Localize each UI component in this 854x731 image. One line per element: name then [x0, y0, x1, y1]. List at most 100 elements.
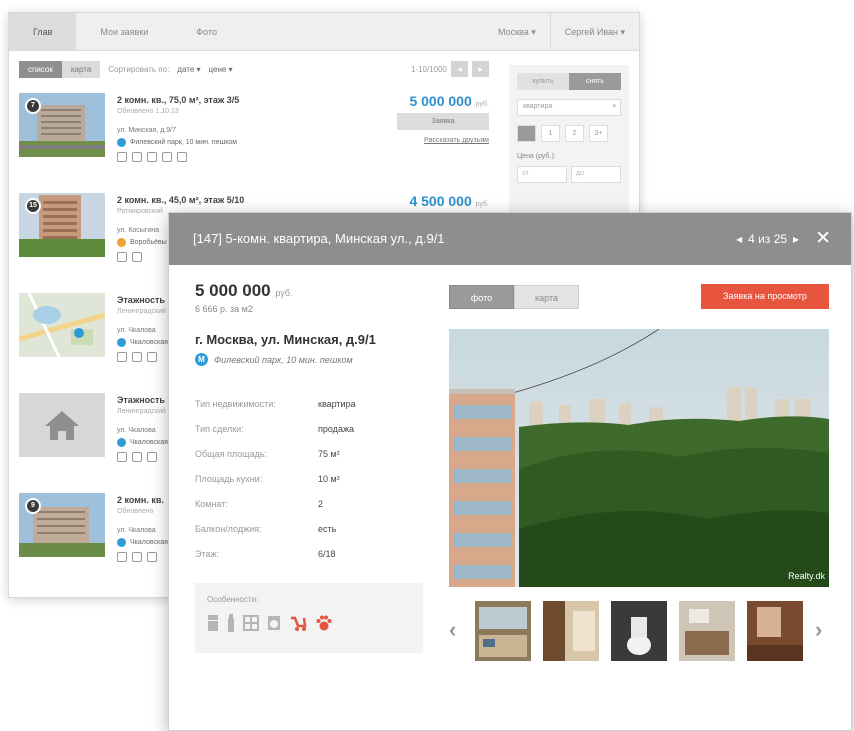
listing-photo[interactable]: 9	[19, 493, 105, 557]
price-label: Цена (руб.):	[517, 153, 556, 160]
listing-photo[interactable]: 15	[19, 193, 105, 257]
photo-count-badge: 9	[25, 498, 41, 514]
viewing-request-button[interactable]: Заявка на просмотр	[701, 284, 829, 309]
tab-main[interactable]: Глав	[9, 13, 77, 50]
property-row: Балкон/лоджия: есть	[195, 524, 337, 534]
listing-price: 4 500 000 руб.	[409, 193, 489, 209]
metro-icon	[117, 438, 126, 447]
metro-icon	[117, 238, 126, 247]
property-type-select[interactable]: квартира	[517, 99, 621, 116]
listing-address: ул. Чкалова	[117, 427, 156, 434]
property-row: Тип сделки: продажа	[195, 424, 354, 434]
list-item[interactable]: 7 2 комн. кв., 75,0 м², этаж 3/5 Обновле…	[19, 93, 489, 175]
request-button[interactable]: Заявка	[397, 113, 489, 130]
photo-count-badge: 7	[25, 98, 41, 114]
washer-icon	[268, 616, 280, 630]
listing-photo[interactable]: 7	[19, 93, 105, 157]
pager-next-button[interactable]: ▸	[472, 61, 489, 77]
listing-title[interactable]: 2 комн. кв., 75,0 м², этаж 3/5	[117, 95, 239, 105]
gallery-thumb[interactable]	[475, 601, 531, 661]
price-range: от до	[517, 166, 621, 183]
photo-tab[interactable]: фото	[449, 285, 514, 309]
close-icon[interactable]: ✕	[815, 213, 831, 265]
rooms-3plus[interactable]: 3+	[589, 125, 608, 142]
modal-nav: ◂ 4 из 25 ▸ ✕	[736, 213, 831, 265]
features-title: Особенности:	[207, 595, 259, 604]
gallery-next-button[interactable]: ›	[815, 617, 822, 643]
listing-updated: Ленинградский	[117, 308, 166, 315]
sort-by-price[interactable]: цене ▾	[209, 65, 233, 74]
pager: 1-10/1000 ◂ ▸	[411, 61, 489, 77]
list-view-button[interactable]: список	[19, 60, 62, 78]
listing-title[interactable]: Этажность	[117, 295, 165, 305]
listing-photo-placeholder[interactable]	[19, 393, 105, 457]
city-dropdown[interactable]: Москва ▾	[484, 13, 550, 50]
next-listing-button[interactable]: ▸	[793, 213, 799, 265]
amenity-icons	[117, 452, 157, 462]
metro-icon	[117, 538, 126, 547]
washer-icon	[147, 552, 157, 562]
tv-icon	[117, 152, 127, 162]
gallery-thumb[interactable]	[611, 601, 667, 661]
prev-listing-button[interactable]: ◂	[736, 213, 742, 265]
amenity-icons	[117, 552, 157, 562]
amenity-icons	[117, 152, 187, 162]
fridge-icon	[132, 352, 142, 362]
share-link[interactable]: Рассказать друзьям	[424, 137, 489, 144]
listing-metro: Чкаловская	[117, 438, 168, 447]
modal-title: [147] 5-комн. квартира, Минская ул., д.9…	[193, 231, 445, 246]
metro-icon	[117, 338, 126, 347]
property-row: Общая площадь: 75 м²	[195, 449, 340, 459]
user-menu[interactable]: Сергей Иван ▾	[549, 13, 639, 50]
view-toggle: список карта	[19, 60, 101, 78]
main-photo[interactable]: Realty.dk	[449, 329, 829, 587]
tab-photo[interactable]: Фото	[172, 13, 241, 50]
amenity-icons	[117, 252, 142, 262]
sort-by-date[interactable]: дате ▾	[177, 65, 200, 74]
listing-metro: Чкаловская	[117, 338, 168, 347]
tab-my-requests[interactable]: Мои заявки	[76, 13, 172, 50]
rooms-2[interactable]: 2	[565, 125, 584, 142]
map-tab[interactable]: карта	[514, 285, 579, 309]
gallery-prev-button[interactable]: ‹	[449, 617, 456, 643]
buy-toggle[interactable]: купить	[517, 73, 569, 90]
map-view-button[interactable]: карта	[61, 60, 101, 78]
gallery-thumb[interactable]	[747, 601, 803, 661]
listing-updated: Обновлено	[117, 508, 154, 515]
property-row: Комнат: 2	[195, 499, 324, 509]
gallery-thumb[interactable]	[543, 601, 599, 661]
house-icon	[45, 411, 79, 440]
metro-text: Филевский парк, 10 мин. пешком	[130, 139, 238, 146]
listing-title[interactable]: 2 комн. кв.	[117, 495, 164, 505]
listing-metro: Чкаловская	[117, 538, 168, 547]
listing-title[interactable]: Этажность	[117, 395, 165, 405]
stroller-icon	[291, 616, 307, 631]
detail-price: 5 000 000 руб.	[195, 281, 293, 300]
rooms-studio[interactable]	[517, 125, 536, 142]
metro-text: Филевский парк, 10 мин. пешком	[214, 354, 353, 365]
rooms-selector: 1 2 3+	[517, 125, 621, 142]
phone-icon	[162, 152, 172, 162]
price-from-input[interactable]: от	[517, 166, 567, 183]
listing-detail-modal: [147] 5-комн. квартира, Минская ул., д.9…	[168, 212, 852, 731]
pager-prev-button[interactable]: ◂	[451, 61, 468, 77]
listing-title[interactable]: 2 комн. кв., 45,0 м², этаж 5/10	[117, 195, 244, 205]
filter-panel: купить снять квартира 1 2 3+ Цена (руб.)…	[509, 65, 629, 235]
listing-address: ул. Чкалова	[117, 527, 156, 534]
fridge-icon	[208, 615, 218, 631]
listing-map-thumb[interactable]	[19, 293, 105, 357]
listing-address: ул. Косыгина	[117, 227, 160, 234]
gallery-thumb[interactable]	[679, 601, 735, 661]
price-to-input[interactable]: до	[571, 166, 621, 183]
rent-toggle[interactable]: снять	[569, 73, 621, 90]
amenity-icons	[117, 352, 157, 362]
pager-range: 1-10/1000	[410, 64, 447, 74]
fridge-icon	[132, 452, 142, 462]
metro-icon: М	[195, 353, 208, 366]
property-row: Тип недвижимости: квартира	[195, 399, 356, 409]
internet-icon	[177, 152, 187, 162]
photo-count-badge: 15	[25, 198, 41, 214]
metro-text: Чкаловская	[130, 439, 168, 446]
rooms-1[interactable]: 1	[541, 125, 560, 142]
tv-icon	[117, 252, 127, 262]
